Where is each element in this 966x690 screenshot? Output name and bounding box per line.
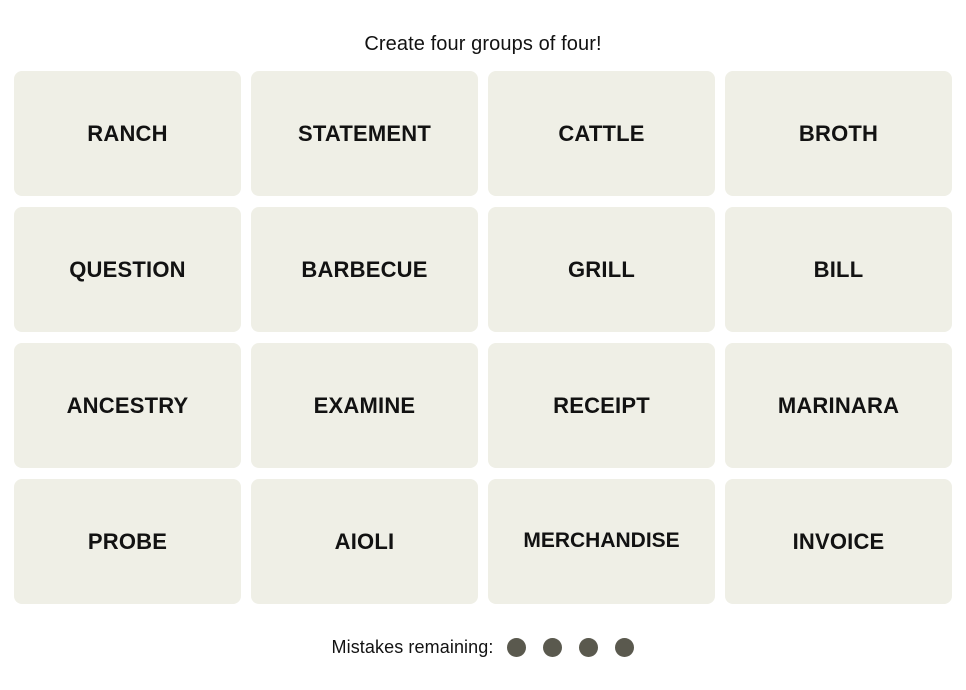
word-tile[interactable]: GRILL	[488, 207, 715, 332]
word-tile-label: BILL	[813, 256, 864, 282]
word-tile[interactable]: STATEMENT	[251, 71, 478, 196]
mistakes-remaining: Mistakes remaining:	[332, 636, 635, 658]
word-tile[interactable]: QUESTION	[14, 207, 241, 332]
word-tile[interactable]: RECEIPT	[488, 343, 715, 468]
word-tile-label: INVOICE	[792, 528, 885, 554]
word-tile[interactable]: CATTLE	[488, 71, 715, 196]
word-tile-label: STATEMENT	[298, 120, 431, 146]
word-tile-label: RANCH	[87, 120, 168, 146]
connections-game: Create four groups of four! RANCH STATEM…	[0, 0, 966, 690]
word-tile-label: CATTLE	[558, 120, 645, 146]
word-tile-label: RECEIPT	[553, 392, 650, 418]
word-tile[interactable]: ANCESTRY	[14, 343, 241, 468]
word-tile[interactable]: MERCHANDISE	[488, 479, 715, 604]
mistake-dots	[507, 637, 635, 657]
instruction-text: Create four groups of four!	[364, 33, 602, 55]
mistake-dot	[615, 637, 635, 657]
word-tile[interactable]: RANCH	[14, 71, 241, 196]
word-tile[interactable]: MARINARA	[725, 343, 952, 468]
word-tile-label: AIOLI	[334, 528, 395, 554]
word-tile-label: BROTH	[798, 120, 879, 146]
word-tile-label: EXAMINE	[313, 392, 416, 418]
word-tile-label: BARBECUE	[301, 256, 428, 282]
word-tile-label: MARINARA	[777, 392, 900, 418]
mistake-dot	[543, 637, 563, 657]
word-tile-label: QUESTION	[69, 256, 186, 282]
word-tile[interactable]: BILL	[725, 207, 952, 332]
puzzle-grid: RANCH STATEMENT CATTLE BROTH QUESTION BA…	[14, 71, 952, 604]
word-tile[interactable]: INVOICE	[725, 479, 952, 604]
mistake-dot	[507, 637, 527, 657]
word-tile-label: PROBE	[87, 528, 168, 554]
word-tile-label: ANCESTRY	[66, 392, 189, 418]
mistakes-remaining-label: Mistakes remaining:	[331, 637, 494, 657]
word-tile-label: GRILL	[568, 256, 635, 282]
word-tile[interactable]: EXAMINE	[251, 343, 478, 468]
word-tile[interactable]: AIOLI	[251, 479, 478, 604]
word-tile[interactable]: BROTH	[725, 71, 952, 196]
word-tile-label: MERCHANDISE	[523, 529, 680, 553]
word-tile[interactable]: BARBECUE	[251, 207, 478, 332]
word-tile[interactable]: PROBE	[14, 479, 241, 604]
mistake-dot	[579, 637, 599, 657]
